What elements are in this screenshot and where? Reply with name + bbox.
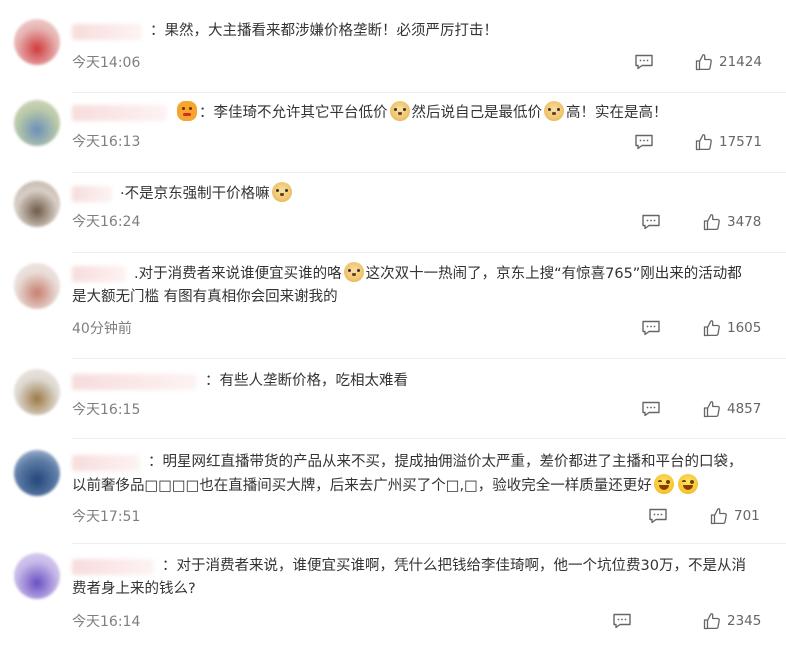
comment-text: .对于消费者来说谁便宜买谁的咯 这次双十一热闹了，京东上搜“有惊喜765”刚出来的… [72,262,748,309]
comment-text-segment: ： [199,105,214,121]
like-button[interactable]: 4857 [703,399,761,419]
like-count: 17571 [719,134,762,150]
comment-text-segment: ： [205,373,220,389]
avatar[interactable] [14,263,60,309]
comment-text-segment: 高！实在是高！ [566,105,668,121]
reply-icon[interactable] [634,134,654,150]
comment-text: ：对于消费者来说，谁便宜买谁啊，凭什么把钱给李佳琦啊，他一个坑位费30万，不是从… [72,555,748,601]
like-button[interactable]: 1605 [703,318,761,338]
like-button[interactable]: 701 [710,506,760,526]
like-button[interactable]: 3478 [703,212,761,232]
comment-divider [72,438,786,439]
comment-divider [72,92,786,93]
timestamp: 今天16:14 [72,614,141,630]
doge-emoji-icon [389,101,410,121]
reply-icon[interactable] [641,320,661,336]
like-count: 21424 [719,54,762,70]
avatar[interactable] [14,100,60,146]
avatar[interactable] [14,369,60,415]
comment-text: ·不是京东强制干价格嘛 [72,182,748,206]
like-count: 1605 [727,320,762,336]
face-emoji-icon [177,101,197,121]
laugh-emoji-icon [653,474,674,494]
timestamp: 今天17:51 [72,509,141,525]
comment-text-segment: 不是京东强制干价格嘛 [124,186,270,202]
like-count: 2345 [727,613,762,629]
comment-text-segment: 有些人垄断价格，吃相太难看 [219,373,409,389]
thumbs-up-icon [703,612,721,630]
thumbs-up-icon [703,319,721,337]
thumbs-up-icon [695,133,713,151]
avatar[interactable] [14,553,60,599]
comment-divider [72,252,786,253]
doge-emoji-icon [271,182,292,202]
comment-divider [72,172,786,173]
reply-icon[interactable] [634,54,654,70]
doge-emoji-icon [343,262,364,282]
timestamp: 40分钟前 [72,321,132,337]
like-count: 4857 [727,401,762,417]
avatar[interactable] [14,450,60,496]
like-button[interactable]: 2345 [703,611,761,631]
comment-divider [72,358,786,359]
comment-text-segment: 李佳琦不允许其它平台低价 [213,105,388,121]
reply-icon[interactable] [641,401,661,417]
thumbs-up-icon [703,400,721,418]
doge-emoji-icon [544,101,564,121]
comment-text: ：有些人垄断价格，吃相太难看 [72,370,748,393]
comment-text-segment: ： [150,23,165,39]
laugh-emoji-icon [677,474,698,494]
avatar[interactable] [14,181,60,227]
like-count: 701 [734,508,760,524]
comment-text-segment: 对于消费者来说谁便宜买谁的咯 [138,266,342,282]
timestamp: 今天16:15 [72,402,141,418]
like-button[interactable]: 21424 [695,52,762,72]
comment-text-segment: 明星网红直播带货的产品从来不买，提成抽佣溢价太严重，差价都进了主播和平台的口袋，… [72,454,743,494]
comment-divider [72,543,786,544]
reply-icon[interactable] [641,214,661,230]
reply-icon[interactable] [648,508,668,524]
avatar[interactable] [14,19,60,65]
timestamp: 今天16:13 [72,134,141,150]
timestamp: 今天14:06 [72,55,141,71]
thumbs-up-icon [710,507,728,525]
like-button[interactable]: 17571 [695,132,762,152]
like-count: 3478 [727,214,762,230]
thumbs-up-icon [703,213,721,231]
comment-text-segment: 然后说自己是最低价 [411,105,543,121]
comment-text-segment: ： [148,454,163,470]
thumbs-up-icon [695,53,713,71]
comment-text-segment: 果然，大主播看来都涉嫌价格垄断！必须严厉打击！ [164,23,499,39]
comment-text: ：果然，大主播看来都涉嫌价格垄断！必须严厉打击！ [72,20,748,43]
comment-text: ：李佳琦不允许其它平台低价 然后说自己是最低价 高！实在是高！ [72,101,748,125]
comment-text: ：明星网红直播带货的产品从来不买，提成抽佣溢价太严重，差价都进了主播和平台的口袋… [72,451,748,498]
comment-text-segment: ： [162,558,177,574]
timestamp: 今天16:24 [72,214,141,230]
reply-icon[interactable] [612,613,632,629]
